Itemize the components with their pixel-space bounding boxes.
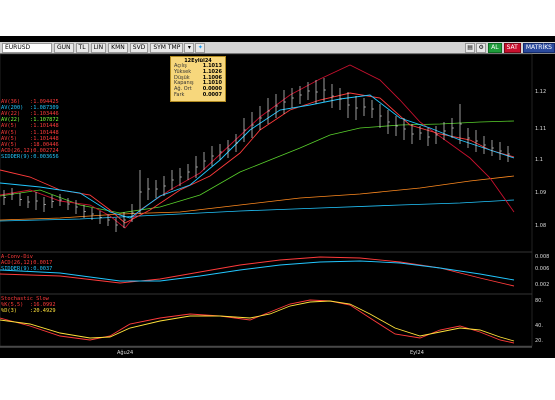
legend-value: :18.00446 <box>30 141 59 148</box>
tooltip-value: 0.0007 <box>202 91 222 98</box>
legend-label: ACD(26,12) <box>1 147 33 154</box>
tooltip-rows: Açılış 1.1013 Yüksek 1.1026 Düşük 1.1006 Kapan… <box>171 63 225 99</box>
tooltip-key: Fark <box>174 91 185 98</box>
axis-label: 1.1 <box>535 157 543 163</box>
legend-label: AV(5) <box>1 141 17 148</box>
axis-label: 20. <box>535 338 543 344</box>
axis-label: 40. <box>535 323 543 329</box>
axis-label: 0.008 <box>535 254 550 260</box>
stochastic-lines <box>0 299 515 344</box>
legend-label: AV(200) <box>1 105 24 112</box>
legend-label: AV(5) <box>1 123 17 130</box>
macd-line <box>0 256 515 287</box>
tooltip-row: Fark 0.0007 <box>171 91 225 99</box>
legend-label: AV(5) <box>1 135 17 142</box>
axis-label: 1.11 <box>535 126 547 132</box>
legend-label: %D(3) <box>1 308 17 314</box>
macd-lines <box>0 256 515 287</box>
chart-canvas[interactable] <box>0 0 555 400</box>
legend-label: SIDDER(9) <box>1 153 30 160</box>
legend-label: AV(36) <box>1 99 21 105</box>
axis-label: 1.09 <box>535 190 547 196</box>
legend-label: SIDDER(9) <box>1 266 30 272</box>
legend-value: :0.0037 <box>30 266 53 272</box>
macd-panel-frame <box>0 251 533 295</box>
legend-label: AV(22) <box>1 111 21 118</box>
axis-label: Ağu24 <box>117 350 134 356</box>
axis-label: 0.006 <box>535 266 550 272</box>
ma-orange-line <box>0 175 515 221</box>
legend-value: :1.107872 <box>30 117 59 124</box>
legend-value: :0.002724 <box>30 147 59 154</box>
axis-label: Eyl24 <box>410 350 424 356</box>
axis-label: 0.002 <box>535 282 550 288</box>
legend-value: :1.101448 <box>30 135 59 142</box>
axis-label: 1.08 <box>535 223 547 229</box>
legend-value: :1.101448 <box>30 123 59 130</box>
legend-value: :1.094425 <box>30 99 59 105</box>
price-bars <box>3 78 510 232</box>
price-panel-frame <box>0 53 533 253</box>
legend-value: :20.4929 <box>30 308 56 314</box>
legend-value: :1.103446 <box>30 111 59 118</box>
legend-label: AV(5) <box>1 129 17 136</box>
ma-cyan-line <box>0 94 515 219</box>
legend-label: AV(22) <box>1 117 21 124</box>
stoch-k-line <box>0 299 515 344</box>
legend-value: :1.101448 <box>30 129 59 136</box>
axis-label: 80. <box>535 298 543 304</box>
price-moving-averages <box>0 64 515 229</box>
legend-value: :1.087309 <box>30 105 59 112</box>
ohlc-tooltip: 12Eylül24 Açılış 1.1013 Yüksek 1.1026 Düşük 1… <box>170 56 226 102</box>
legend-value: :0.003656 <box>30 153 59 160</box>
axis-label: 1.12 <box>535 89 547 95</box>
stoch-d-line <box>0 300 515 342</box>
